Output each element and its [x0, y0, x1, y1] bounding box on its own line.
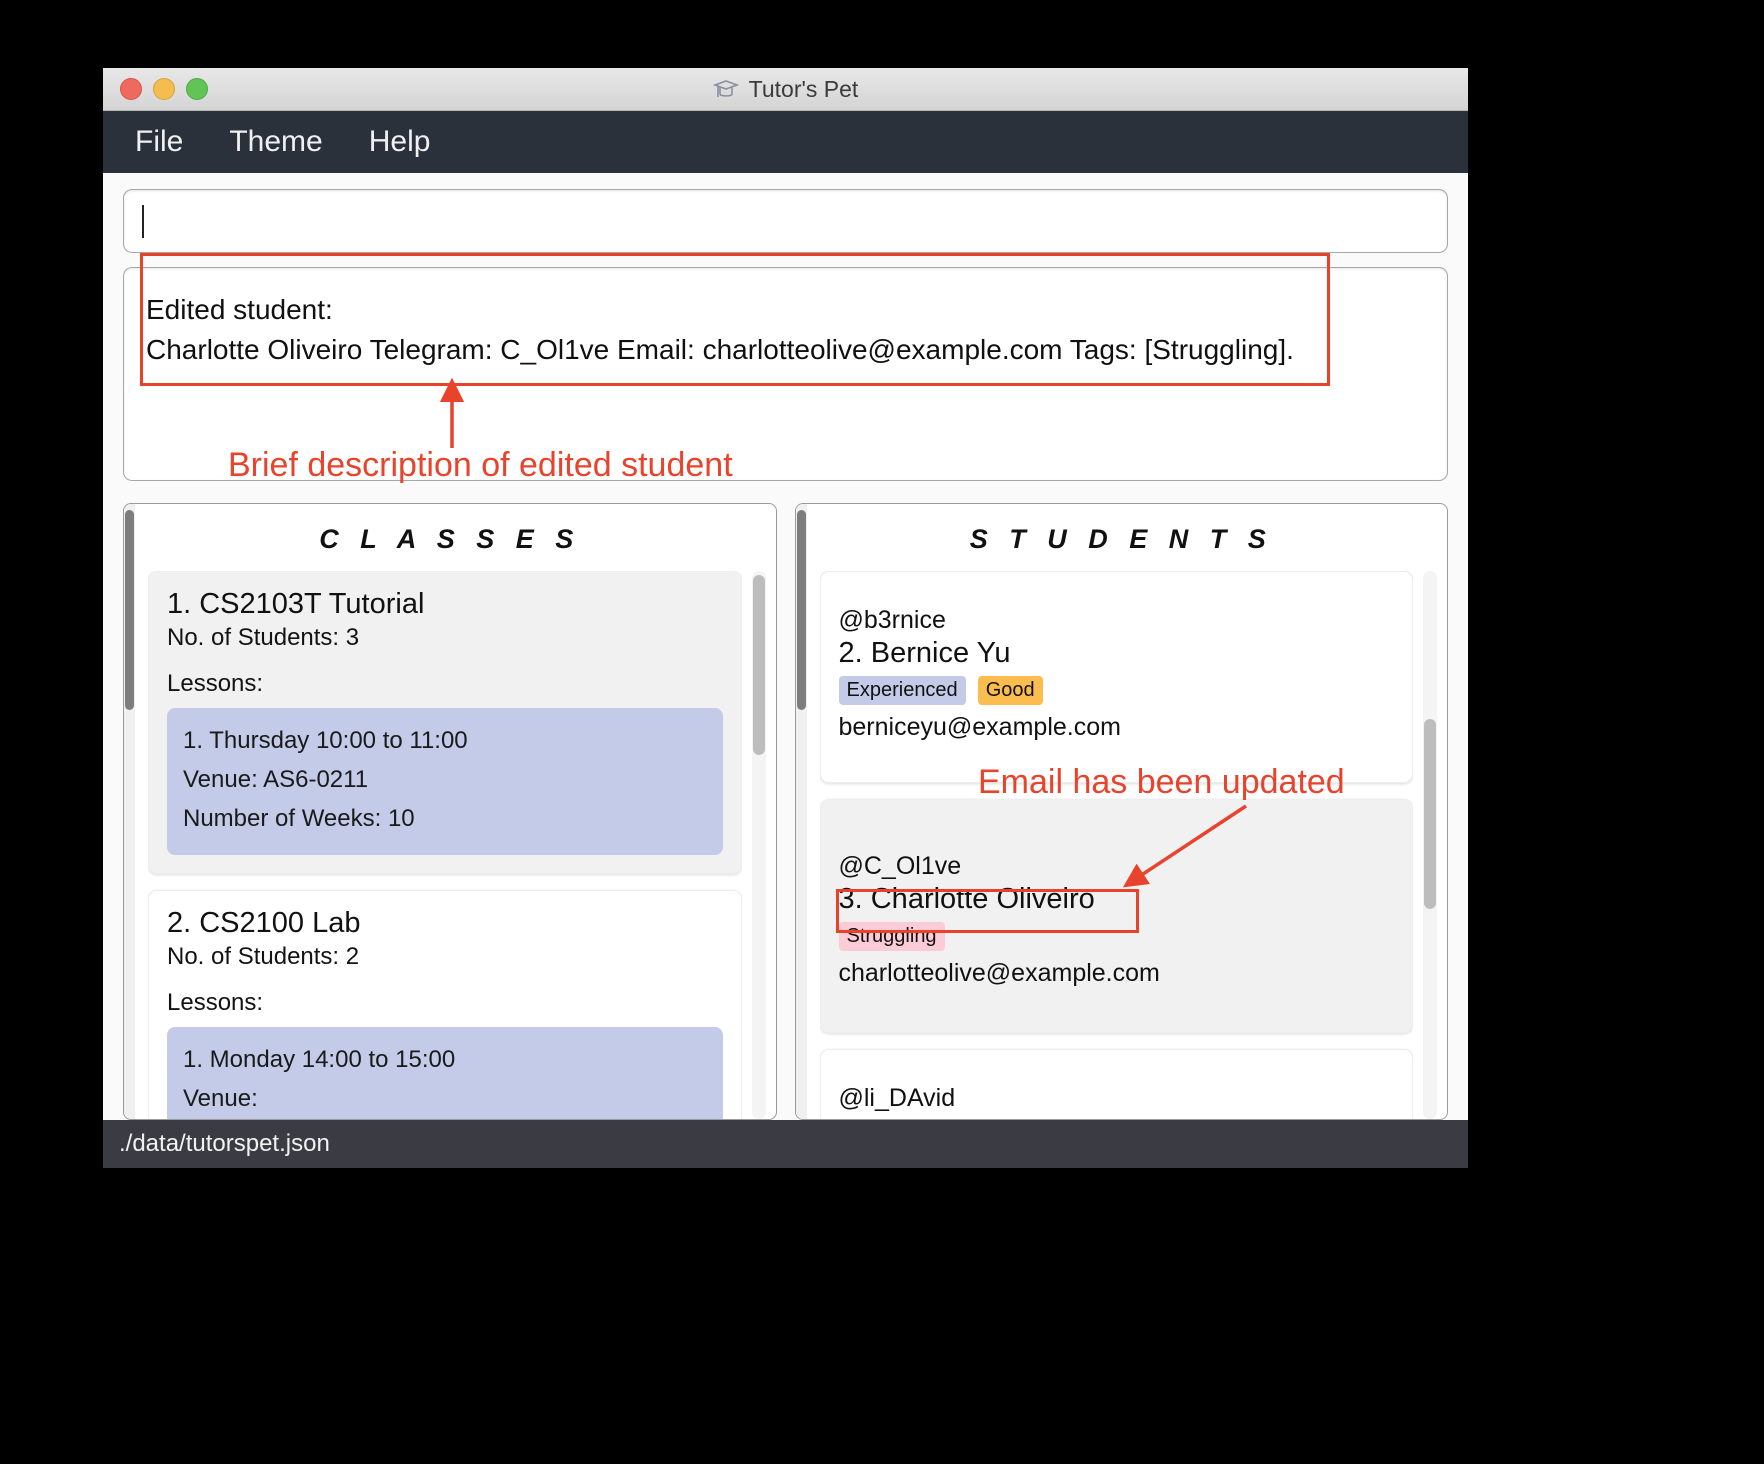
- students-panel: S T U D E N T S @b3rnice 2. Bernice Yu E…: [794, 503, 1448, 1120]
- menu-bar: File Theme Help: [103, 111, 1468, 173]
- student-email: charlotteolive@example.com: [838, 959, 1160, 987]
- class-card-lessons-label: Lessons:: [167, 988, 264, 1016]
- student-name: 2. Bernice Yu: [838, 637, 1011, 669]
- window-controls[interactable]: [120, 78, 208, 100]
- maximize-button[interactable]: [186, 78, 208, 100]
- classes-panel: C L A S S E S 1. CS2103T Tutorial No. of…: [123, 503, 777, 1120]
- classes-panel-title: C L A S S E S: [319, 524, 581, 554]
- window-title-group: Tutor's Pet: [103, 76, 1468, 103]
- student-card[interactable]: @b3rnice 2. Bernice Yu Experienced Good …: [819, 571, 1413, 783]
- graduation-cap-icon: [712, 78, 740, 100]
- lesson-venue-url: https://zoom/j/95317249?)pwd=UIld2tWY3Mw…: [183, 1118, 707, 1119]
- lesson-item[interactable]: 1. Monday 14:00 to 15:00 Venue: https://…: [167, 1026, 723, 1119]
- classes-card-list: 1. CS2103T Tutorial No. of Students: 3 L…: [148, 571, 742, 1119]
- student-handle: @C_Ol1ve: [838, 852, 962, 880]
- window-titlebar: Tutor's Pet: [103, 68, 1468, 111]
- status-bar: ./data/tutorspet.json: [103, 1120, 1468, 1168]
- minimize-button[interactable]: [153, 78, 175, 100]
- classes-list-scroll-thumb[interactable]: [752, 575, 765, 755]
- close-button[interactable]: [120, 78, 142, 100]
- students-panel-title: S T U D E N T S: [969, 524, 1273, 554]
- class-card-heading: 2. CS2100 Lab: [167, 906, 361, 939]
- menu-item-file[interactable]: File: [135, 125, 183, 159]
- app-body: Edited student: Charlotte Oliveiro Teleg…: [103, 173, 1468, 1120]
- student-tags: Experienced Good: [838, 676, 1395, 705]
- result-line-1: Edited student:: [146, 294, 333, 325]
- student-tag: Struggling: [838, 922, 945, 951]
- status-bar-file-path: ./data/tutorspet.json: [119, 1130, 330, 1157]
- student-tag: Experienced: [838, 676, 966, 705]
- students-list-scrollbar[interactable]: [1423, 571, 1437, 1119]
- student-handle: @b3rnice: [838, 606, 946, 634]
- lesson-weeks: Number of Weeks: 10: [183, 804, 415, 832]
- lesson-venue: Venue:: [183, 1084, 258, 1112]
- students-list-scroll-thumb[interactable]: [1424, 719, 1436, 909]
- result-display-box: Edited student: Charlotte Oliveiro Teleg…: [123, 267, 1448, 481]
- student-card[interactable]: @C_Ol1ve 3. Charlotte Oliveiro Strugglin…: [819, 799, 1413, 1033]
- screen: Tutor's Pet File Theme Help Edited stude…: [0, 0, 1764, 1464]
- classes-list-area: 1. CS2103T Tutorial No. of Students: 3 L…: [124, 571, 776, 1119]
- student-tags: Struggling: [838, 922, 1395, 951]
- classes-list-scrollbar[interactable]: [751, 571, 766, 1119]
- command-input[interactable]: [123, 189, 1448, 253]
- text-caret: [142, 204, 144, 238]
- lesson-schedule: 1. Monday 14:00 to 15:00: [183, 1045, 456, 1073]
- lesson-venue: Venue: AS6-0211: [183, 765, 369, 793]
- student-tag: Good: [977, 676, 1043, 705]
- student-name: 3. Charlotte Oliveiro: [838, 883, 1095, 915]
- lesson-schedule: 1. Thursday 10:00 to 11:00: [183, 727, 468, 754]
- result-line-2: Charlotte Oliveiro Telegram: C_Ol1ve Ema…: [146, 334, 1294, 366]
- menu-item-help[interactable]: Help: [369, 125, 431, 159]
- class-card-student-count: No. of Students: 3: [167, 624, 360, 651]
- panels-container: C L A S S E S 1. CS2103T Tutorial No. of…: [123, 503, 1448, 1120]
- student-handle: @li_DAvid: [838, 1084, 956, 1112]
- class-card[interactable]: 1. CS2103T Tutorial No. of Students: 3 L…: [148, 571, 742, 874]
- students-card-list: @b3rnice 2. Bernice Yu Experienced Good …: [819, 571, 1413, 1119]
- class-card-lessons-label: Lessons:: [167, 670, 264, 697]
- menu-item-theme[interactable]: Theme: [229, 125, 322, 159]
- application-window: Tutor's Pet File Theme Help Edited stude…: [103, 68, 1468, 1168]
- class-card-student-count: No. of Students: 2: [167, 942, 360, 970]
- student-email: berniceyu@example.com: [838, 713, 1121, 741]
- student-card[interactable]: @li_DAvid 4. David Li Weak: [819, 1049, 1413, 1119]
- lesson-item[interactable]: 1. Thursday 10:00 to 11:00 Venue: AS6-02…: [167, 708, 723, 855]
- class-card[interactable]: 2. CS2100 Lab No. of Students: 2 Lessons…: [148, 889, 742, 1119]
- window-title: Tutor's Pet: [748, 75, 859, 102]
- students-list-area: @b3rnice 2. Bernice Yu Experienced Good …: [796, 571, 1448, 1119]
- class-card-heading: 1. CS2103T Tutorial: [167, 588, 425, 620]
- student-name: 4. David Li: [839, 1115, 1395, 1119]
